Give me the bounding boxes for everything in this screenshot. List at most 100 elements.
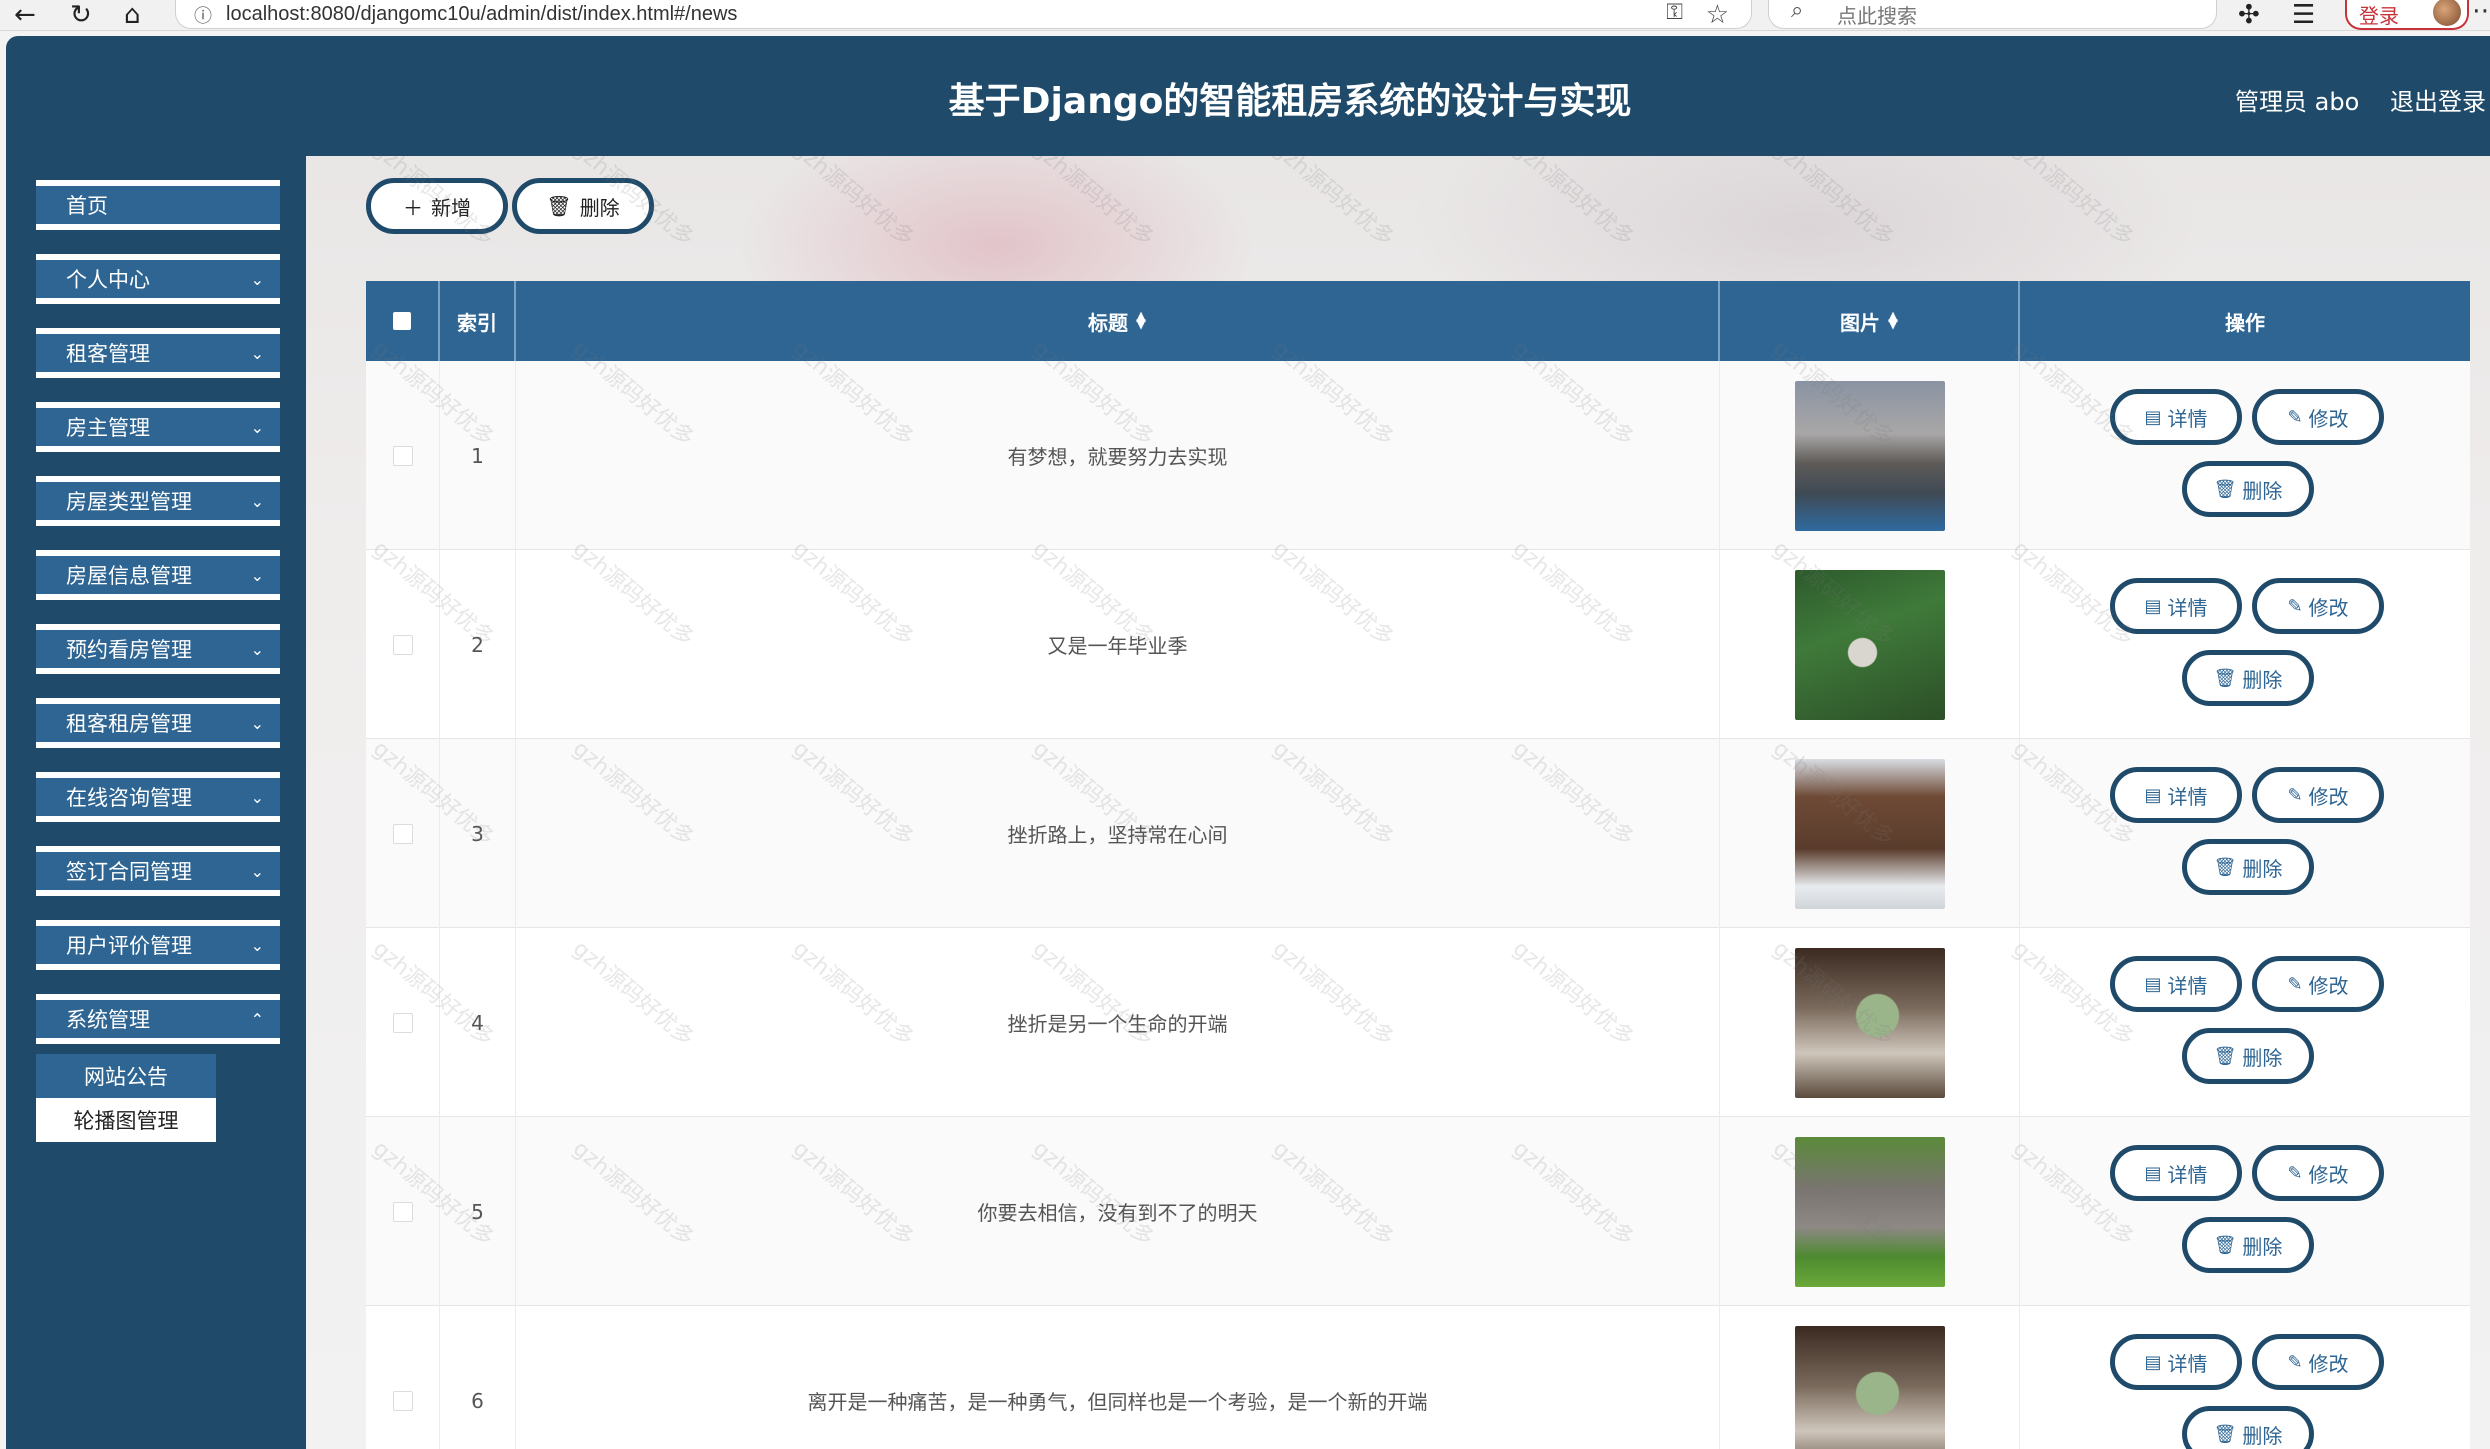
chevron-down-icon: ⌄	[250, 492, 264, 511]
sidebar-subitem-announcements[interactable]: 网站公告	[36, 1054, 216, 1098]
chevron-down-icon: ⌄	[250, 936, 264, 955]
sidebar-item-system[interactable]: 系统管理 ⌃	[36, 994, 280, 1044]
delete-button[interactable]: 🗑 删除	[512, 178, 654, 234]
sidebar-item-house-info[interactable]: 房屋信息管理 ⌄	[36, 550, 280, 600]
login-button[interactable]: 登录	[2345, 0, 2469, 30]
delete-label: 删除	[2242, 856, 2283, 881]
row-thumbnail[interactable]	[1794, 758, 1945, 909]
sidebar-item-label: 签订合同管理	[66, 860, 192, 884]
row-delete-button[interactable]: 🗑 删除	[2182, 461, 2314, 517]
sidebar-item-label: 首页	[66, 194, 108, 218]
detail-button[interactable]: ▤ 详情	[2110, 956, 2242, 1012]
sidebar-subitem-carousel[interactable]: 轮播图管理	[36, 1098, 216, 1142]
sidebar-item-contracts[interactable]: 签订合同管理 ⌄	[36, 846, 280, 896]
main-content: ＋ 新增 🗑 删除 索引 标题 ▲ ▼ 图片 ▲ ▼ 操作 1 有梦想，就要努力…	[306, 156, 2490, 1449]
edit-button[interactable]: ✎ 修改	[2252, 578, 2384, 634]
row-delete-button[interactable]: 🗑 删除	[2182, 1406, 2314, 1449]
add-button[interactable]: ＋ 新增	[366, 178, 508, 234]
row-checkbox[interactable]	[392, 1012, 413, 1033]
browser-search[interactable]: ⌕ 点此搜索	[1768, 0, 2217, 29]
row-delete-button[interactable]: 🗑 删除	[2182, 1217, 2314, 1273]
more-icon[interactable]: ⋯	[2472, 0, 2490, 26]
refresh-icon[interactable]: ↻	[70, 0, 92, 30]
edit-button[interactable]: ✎ 修改	[2252, 767, 2384, 823]
row-index: 5	[440, 1117, 516, 1306]
header-title[interactable]: 标题 ▲ ▼	[516, 281, 1720, 361]
header-image[interactable]: 图片 ▲ ▼	[1720, 281, 2020, 361]
back-icon[interactable]: ←	[14, 0, 36, 30]
delete-label: 删除	[2242, 478, 2283, 503]
sidebar-item-tenants[interactable]: 租客管理 ⌄	[36, 328, 280, 378]
sidebar-item-reviews[interactable]: 用户评价管理 ⌄	[36, 920, 280, 970]
row-thumbnail[interactable]	[1794, 1136, 1945, 1287]
detail-button[interactable]: ▤ 详情	[2110, 389, 2242, 445]
sidebar-item-viewings[interactable]: 预约看房管理 ⌄	[36, 624, 280, 674]
row-delete-button[interactable]: 🗑 删除	[2182, 1028, 2314, 1084]
edit-label: 修改	[2308, 784, 2349, 809]
favorites-icon[interactable]: ☰	[2292, 0, 2315, 30]
star-icon[interactable]: ☆	[1706, 0, 1729, 30]
detail-button[interactable]: ▤ 详情	[2110, 578, 2242, 634]
detail-button[interactable]: ▤ 详情	[2110, 767, 2242, 823]
chevron-down-icon: ⌄	[250, 418, 264, 437]
detail-label: 详情	[2167, 1351, 2208, 1376]
sidebar-item-personal[interactable]: 个人中心 ⌄	[36, 254, 280, 304]
trash-icon: 🗑	[546, 194, 572, 218]
edit-button[interactable]: ✎ 修改	[2252, 1145, 2384, 1201]
row-select-cell	[366, 1306, 440, 1449]
row-thumbnail[interactable]	[1794, 1325, 1945, 1449]
sidebar-item-home[interactable]: 首页	[36, 180, 280, 230]
row-actions: ▤ 详情 ✎ 修改 🗑 删除	[2020, 550, 2470, 739]
row-checkbox[interactable]	[392, 1201, 413, 1222]
sidebar-item-consult[interactable]: 在线咨询管理 ⌄	[36, 772, 280, 822]
home-icon[interactable]: ⌂	[124, 0, 141, 30]
browser-toolbar: ← ↻ ⌂ ⓘ localhost:8080/djangomc10u/admin…	[0, 0, 2490, 31]
trash-icon: 🗑	[2213, 1045, 2237, 1067]
row-title: 离开是一种痛苦，是一种勇气，但同样也是一个考验，是一个新的开端	[516, 1306, 1720, 1449]
row-select-cell	[366, 739, 440, 928]
detail-button[interactable]: ▤ 详情	[2110, 1145, 2242, 1201]
row-checkbox[interactable]	[392, 823, 413, 844]
edit-button[interactable]: ✎ 修改	[2252, 956, 2384, 1012]
edit-icon: ✎	[2287, 595, 2303, 617]
key-icon[interactable]: ⚿	[1666, 0, 1683, 25]
select-all-cell	[366, 281, 440, 361]
sort-icon[interactable]: ▲ ▼	[1888, 310, 1898, 331]
sidebar-item-landlords[interactable]: 房主管理 ⌄	[36, 402, 280, 452]
sidebar-item-label: 用户评价管理	[66, 934, 192, 958]
row-delete-button[interactable]: 🗑 删除	[2182, 650, 2314, 706]
address-bar[interactable]: ⓘ localhost:8080/djangomc10u/admin/dist/…	[175, 0, 1752, 30]
detail-label: 详情	[2167, 1162, 2208, 1187]
sort-icon[interactable]: ▲ ▼	[1136, 310, 1146, 331]
edit-button[interactable]: ✎ 修改	[2252, 389, 2384, 445]
table-row: 5 你要去相信，没有到不了的明天 ▤ 详情 ✎ 修改 🗑 删除	[366, 1117, 2470, 1306]
row-index: 6	[440, 1306, 516, 1449]
extensions-icon[interactable]: ✣	[2238, 0, 2260, 30]
trash-icon: 🗑	[2213, 1234, 2237, 1256]
row-index: 3	[440, 739, 516, 928]
edit-button[interactable]: ✎ 修改	[2252, 1334, 2384, 1390]
info-icon[interactable]: ⓘ	[194, 2, 212, 28]
row-thumbnail[interactable]	[1794, 947, 1945, 1098]
sidebar-item-label: 租客租房管理	[66, 712, 192, 736]
table-row: 4 挫折是另一个生命的开端 ▤ 详情 ✎ 修改 🗑 删除	[366, 928, 2470, 1117]
trash-icon: 🗑	[2213, 1423, 2237, 1445]
document-icon: ▤	[2144, 973, 2162, 995]
logout-link[interactable]: 退出登录	[2390, 82, 2486, 117]
sidebar-item-label: 预约看房管理	[66, 638, 192, 662]
row-checkbox[interactable]	[392, 445, 413, 466]
row-title: 挫折路上，坚持常在心间	[516, 739, 1720, 928]
row-checkbox[interactable]	[392, 1390, 413, 1411]
sidebar-item-label: 在线咨询管理	[66, 786, 192, 810]
select-all-checkbox[interactable]	[393, 312, 411, 330]
header-actions: 操作	[2225, 310, 2265, 335]
header-title-label: 标题	[1088, 310, 1128, 335]
detail-button[interactable]: ▤ 详情	[2110, 1334, 2242, 1390]
chevron-down-icon: ⌄	[250, 270, 264, 289]
sidebar-item-house-types[interactable]: 房屋类型管理 ⌄	[36, 476, 280, 526]
sidebar-item-rentals[interactable]: 租客租房管理 ⌄	[36, 698, 280, 748]
row-delete-button[interactable]: 🗑 删除	[2182, 839, 2314, 895]
row-checkbox[interactable]	[392, 634, 413, 655]
row-thumbnail[interactable]	[1794, 569, 1945, 720]
row-thumbnail[interactable]	[1794, 380, 1945, 531]
